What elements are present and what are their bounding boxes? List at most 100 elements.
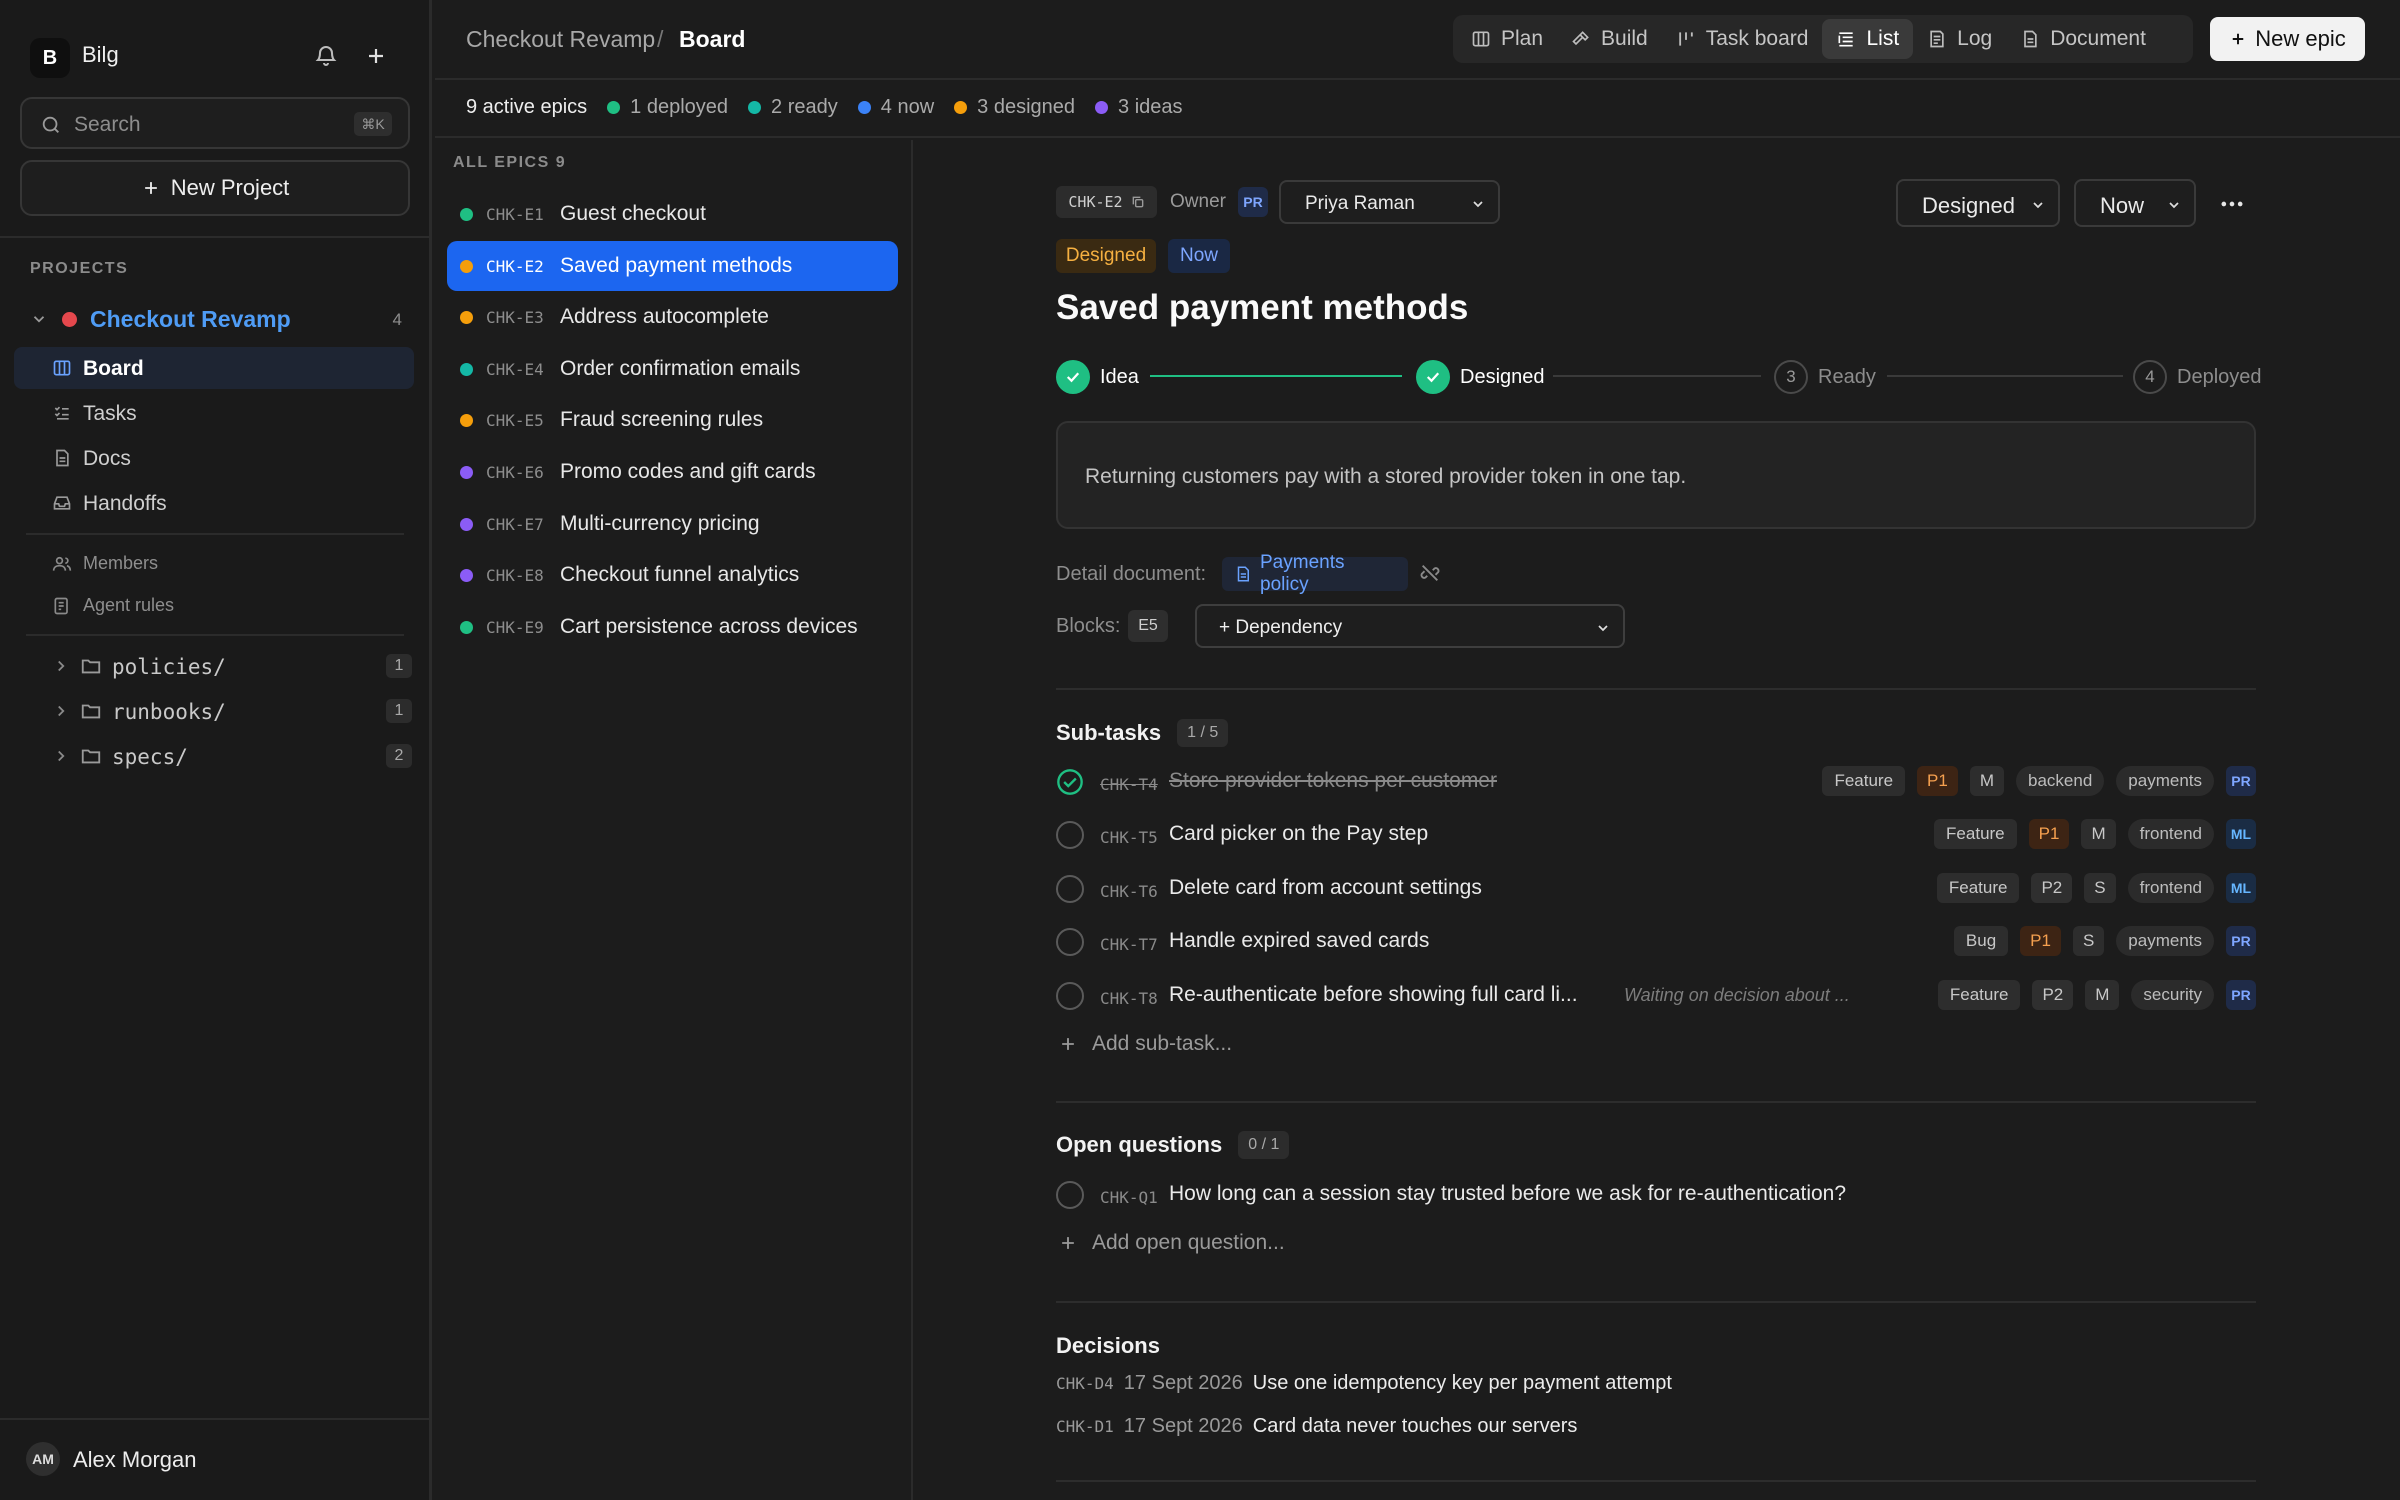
epic-row-chk-e2[interactable]: CHK-E2 Saved payment methods <box>447 240 898 291</box>
list-icon <box>1836 29 1856 49</box>
sidebar-item-docs[interactable]: Docs <box>14 437 414 479</box>
question-checkbox[interactable] <box>1056 1181 1084 1209</box>
chevron-down-icon[interactable] <box>30 310 48 328</box>
new-project-button[interactable]: New Project <box>20 160 410 216</box>
assignee-avatar[interactable]: ML <box>2226 872 2256 903</box>
tab-task-board[interactable]: Task board <box>1662 19 1823 59</box>
description-box[interactable]: Returning customers pay with a stored pr… <box>1056 421 2256 529</box>
subtask-row[interactable]: CHK-T8 Re-authenticate before showing ful… <box>1056 971 2256 1021</box>
type-badge[interactable]: Feature <box>1822 766 1906 796</box>
subtask-checkbox[interactable] <box>1056 928 1084 957</box>
epic-row-chk-e1[interactable]: CHK-E1 Guest checkout <box>447 189 898 239</box>
add-subtask-button[interactable]: Add sub-task... <box>1058 1032 1232 1056</box>
subtask-checkbox[interactable] <box>1056 821 1084 850</box>
decision-row[interactable]: CHK-D4 17 Sept 2026 Use one idempotency … <box>1056 1372 1672 1395</box>
subtask-row[interactable]: CHK-T4 Store provider tokens per customer… <box>1056 757 2256 807</box>
size-badge[interactable]: S <box>2072 926 2105 957</box>
size-badge[interactable]: M <box>2085 979 2120 1010</box>
epic-title: Cart persistence across devices <box>560 614 858 638</box>
size-badge[interactable]: M <box>1969 766 2005 796</box>
epic-row-chk-e8[interactable]: CHK-E8 Checkout funnel analytics <box>447 550 898 600</box>
question-row[interactable]: CHK-Q1 How long can a session stay trust… <box>1056 1170 2256 1220</box>
assignee-avatar[interactable]: PR <box>2226 979 2256 1010</box>
tab-build[interactable]: Build <box>1557 19 1662 59</box>
tab-list[interactable]: List <box>1822 19 1914 59</box>
search-input[interactable]: Search ⌘K <box>20 97 410 149</box>
priority-badge[interactable]: P1 <box>2028 819 2070 850</box>
copy-icon[interactable] <box>1131 195 1145 209</box>
sidebar-item-tasks[interactable]: Tasks <box>14 392 414 434</box>
stat-ready: 2 ready <box>748 96 838 119</box>
subtask-row[interactable]: CHK-T6 Delete card from account settings F… <box>1056 864 2256 914</box>
label-chip[interactable]: frontend <box>2127 819 2214 850</box>
user-menu[interactable]: AM Alex Morgan <box>0 1418 432 1500</box>
type-badge[interactable]: Feature <box>1934 819 2017 850</box>
epic-row-chk-e7[interactable]: CHK-E7 Multi-currency pricing <box>447 499 898 549</box>
workspace-name[interactable]: Bilg <box>82 42 119 68</box>
size-badge[interactable]: S <box>2084 872 2116 903</box>
folder-runbooks[interactable]: runbooks/ 1 <box>52 691 412 731</box>
folder-specs[interactable]: specs/ 2 <box>52 736 412 776</box>
label-chip[interactable]: payments <box>2116 926 2214 957</box>
project-checkout-revamp[interactable]: Checkout Revamp 4 <box>14 300 414 340</box>
tab-log[interactable]: Log <box>1913 19 2006 59</box>
blocks-chip[interactable]: E5 <box>1128 610 1168 642</box>
size-badge[interactable]: M <box>2081 819 2116 850</box>
priority-badge[interactable]: P2 <box>2032 979 2074 1010</box>
label-chip[interactable]: security <box>2131 979 2214 1010</box>
tab-plan[interactable]: Plan <box>1457 19 1557 59</box>
new-epic-button[interactable]: New epic <box>2210 17 2365 61</box>
detail-document-link[interactable]: Payments policy <box>1222 552 1408 595</box>
chevron-right-icon[interactable] <box>52 657 70 675</box>
epic-id: CHK-E1 <box>486 205 544 224</box>
epic-row-chk-e4[interactable]: CHK-E4 Order confirmation emails <box>447 344 898 394</box>
folder-policies[interactable]: policies/ 1 <box>52 646 412 686</box>
type-badge[interactable]: Feature <box>1936 872 2020 903</box>
bell-icon[interactable] <box>314 44 338 68</box>
label-chip[interactable]: frontend <box>2127 872 2214 903</box>
subtask-checkbox[interactable] <box>1056 981 1084 1010</box>
sidebar-item-agent-rules[interactable]: Agent rules <box>14 585 414 627</box>
chevron-right-icon[interactable] <box>52 702 70 720</box>
type-badge[interactable]: Bug <box>1953 926 2009 957</box>
label-chip[interactable]: payments <box>2116 766 2214 796</box>
decision-row[interactable]: CHK-D1 17 Sept 2026 Card data never touc… <box>1056 1415 1577 1438</box>
label-chip[interactable]: backend <box>2016 766 2105 796</box>
priority-badge[interactable]: P1 <box>1917 766 1958 796</box>
sidebar-item-members[interactable]: Members <box>14 543 414 585</box>
workspace-logo[interactable]: B <box>30 38 70 78</box>
assignee-avatar[interactable]: PR <box>2226 766 2256 796</box>
sidebar-item-handoffs[interactable]: Handoffs <box>14 482 414 524</box>
dependency-select[interactable]: + Dependency <box>1195 604 1625 648</box>
status-select[interactable]: Designed <box>1896 179 2060 227</box>
type-badge[interactable]: Feature <box>1937 979 2021 1010</box>
epic-row-chk-e5[interactable]: CHK-E5 Fraud screening rules <box>447 395 898 445</box>
chevron-right-icon[interactable] <box>52 747 70 765</box>
timing-select[interactable]: Now <box>2074 179 2196 227</box>
add-question-button[interactable]: Add open question... <box>1058 1231 1285 1255</box>
plus-icon[interactable] <box>364 44 388 68</box>
task-board-icon <box>1676 29 1696 49</box>
breadcrumb-project[interactable]: Checkout Revamp <box>466 26 655 53</box>
unlink-icon[interactable] <box>1419 562 1441 584</box>
assignee-avatar[interactable]: PR <box>2226 926 2256 957</box>
check-circle-icon[interactable] <box>1056 768 1084 796</box>
assignee-avatar[interactable]: ML <box>2226 819 2256 850</box>
sidebar-item-label: Tasks <box>83 402 137 425</box>
project-color-dot <box>62 312 77 327</box>
epic-row-chk-e6[interactable]: CHK-E6 Promo codes and gift cards <box>447 447 898 497</box>
epic-title[interactable]: Saved payment methods <box>1056 288 1468 328</box>
more-options-icon[interactable] <box>2218 190 2246 218</box>
epic-id-chip[interactable]: CHK-E2 <box>1056 186 1157 218</box>
subtask-row[interactable]: CHK-T5 Card picker on the Pay step Feature… <box>1056 810 2256 860</box>
tab-document[interactable]: Document <box>2006 19 2160 59</box>
epic-row-chk-e3[interactable]: CHK-E3 Address autocomplete <box>447 292 898 342</box>
epic-row-chk-e9[interactable]: CHK-E9 Cart persistence across devices <box>447 602 898 652</box>
owner-avatar: PR <box>1238 187 1268 217</box>
subtask-checkbox[interactable] <box>1056 874 1084 903</box>
owner-select[interactable]: Priya Raman <box>1279 180 1500 224</box>
priority-badge[interactable]: P2 <box>2031 872 2073 903</box>
subtask-row[interactable]: CHK-T7 Handle expired saved cards Bug P1 Spa… <box>1056 917 2256 967</box>
sidebar-item-board[interactable]: Board <box>14 347 414 389</box>
priority-badge[interactable]: P1 <box>2020 926 2061 957</box>
